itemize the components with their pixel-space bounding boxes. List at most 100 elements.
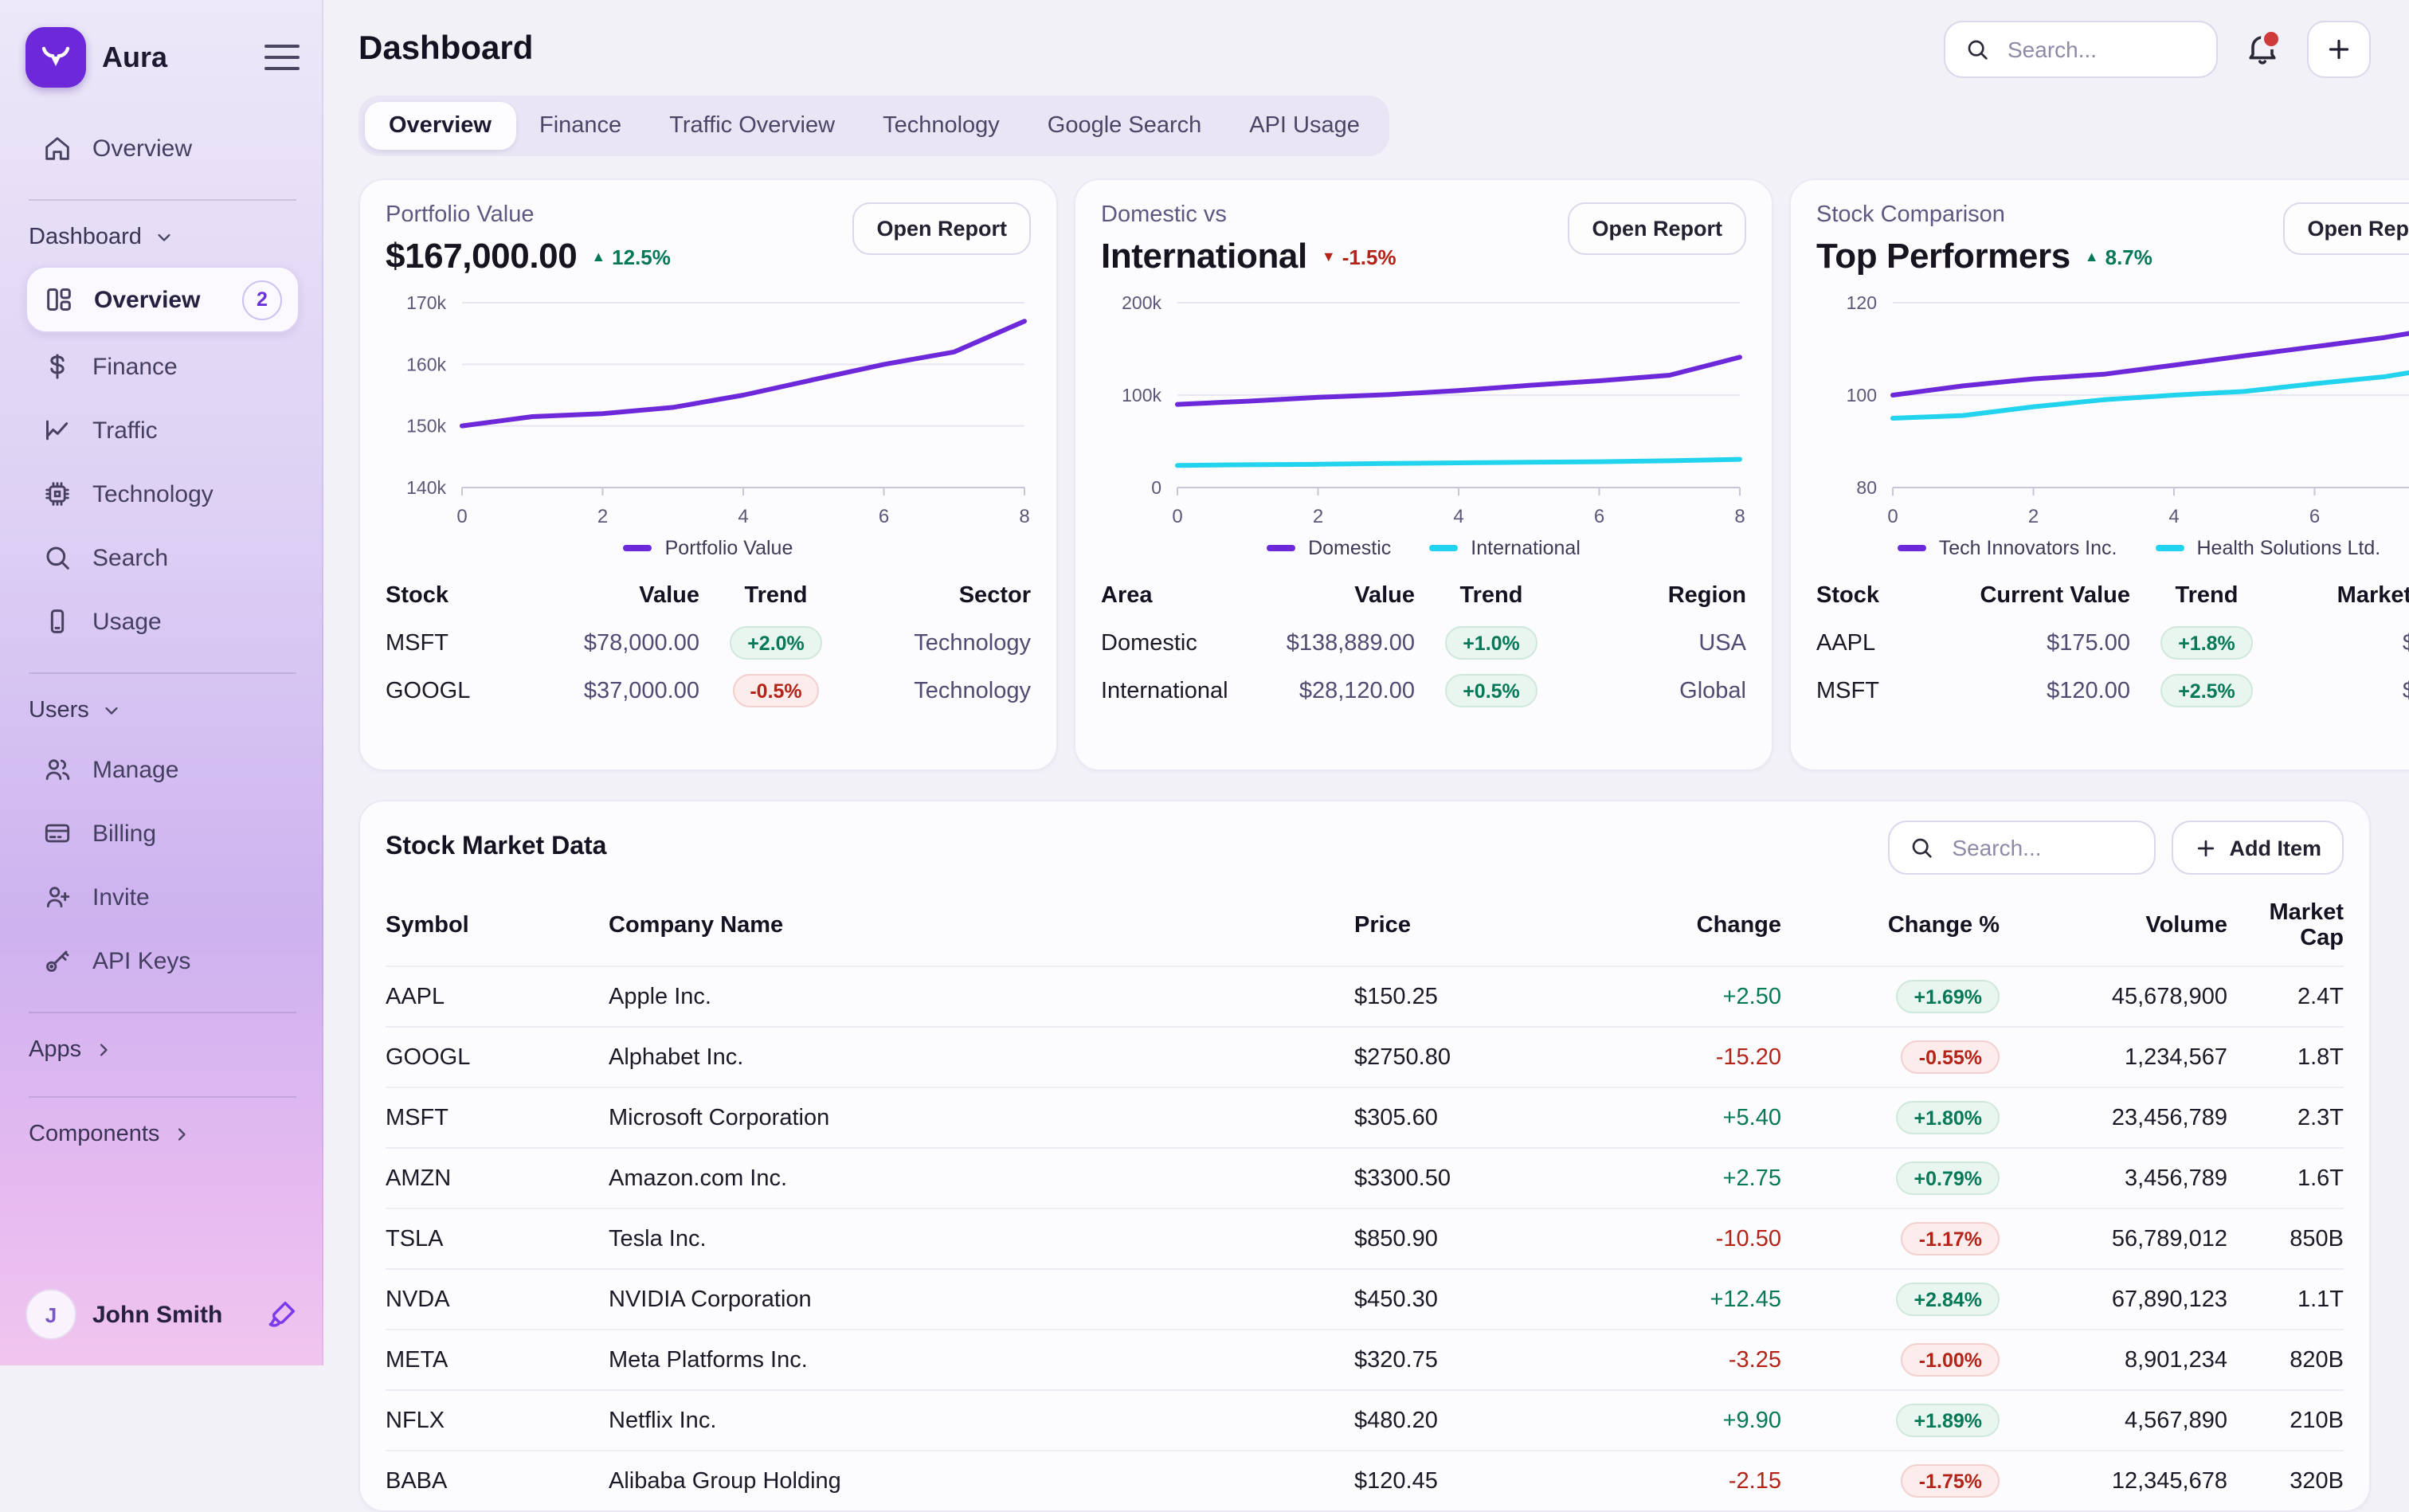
sidebar-item-overview[interactable]: Overview	[25, 118, 300, 178]
cell-change-pct: +0.79%	[1781, 1161, 2000, 1195]
sidebar-item-usage[interactable]: Usage	[25, 591, 300, 652]
change-pct-badge: -1.75%	[1902, 1464, 2000, 1498]
sidebar: Aura Overview Dashboard Overview 2 Finan…	[0, 0, 323, 1365]
sidebar-group-dashboard[interactable]: Dashboard	[25, 221, 300, 263]
table-row: META Meta Platforms Inc. $320.75 -3.25 -…	[386, 1329, 2344, 1389]
svg-text:2: 2	[1313, 506, 1323, 527]
card-title: International	[1101, 236, 1307, 277]
mini-table-header: StockValueTrendSector	[386, 575, 1031, 619]
open-report-button[interactable]: Open Report	[2283, 202, 2409, 255]
cell-company: Alphabet Inc.	[609, 1044, 1354, 1070]
sidebar-header: Aura	[25, 25, 300, 89]
svg-text:170k: 170k	[406, 292, 446, 313]
column-header: Company Name	[609, 913, 1354, 938]
tab-technology[interactable]: Technology	[859, 102, 1024, 150]
trend-badge: +1.0%	[1445, 626, 1537, 660]
cell-volume: 1,234,567	[2000, 1044, 2227, 1070]
legend-swatch	[2156, 546, 2184, 551]
cell-company: Netflix Inc.	[609, 1408, 1354, 1433]
table-row: MSFT $78,000.00 +2.0% Technology	[386, 619, 1031, 667]
cell-change: +9.90	[1593, 1408, 1781, 1433]
legend-swatch	[624, 546, 652, 551]
sidebar-item-technology[interactable]: Technology	[25, 464, 300, 524]
svg-text:100: 100	[1847, 385, 1877, 405]
trend-badge: -0.5%	[732, 674, 819, 707]
svg-text:6: 6	[1594, 506, 1604, 527]
cell-volume: 56,789,012	[2000, 1226, 2227, 1252]
cell-price: $320.75	[1354, 1347, 1593, 1373]
table-row: Domestic $138,889.00 +1.0% USA	[1101, 619, 1746, 667]
table-row: GOOGL Alphabet Inc. $2750.80 -15.20 -0.5…	[386, 1026, 2344, 1087]
search-input[interactable]	[2004, 35, 2197, 64]
sidebar-group-apps[interactable]: Apps	[25, 1034, 300, 1075]
table-row: International $28,120.00 +0.5% Global	[1101, 667, 1746, 715]
table-search-input[interactable]	[1949, 833, 2135, 862]
legend-item: Tech Innovators Inc.	[1898, 537, 2117, 559]
sidebar-item-overview[interactable]: Overview 2	[25, 266, 300, 333]
line-chart: 8010012002468	[1816, 290, 2409, 529]
sidebar-item-traffic[interactable]: Traffic	[25, 400, 300, 460]
hamburger-menu-icon[interactable]	[264, 41, 300, 73]
svg-text:4: 4	[1453, 506, 1463, 527]
divider	[29, 1012, 296, 1013]
cell-symbol: MSFT	[386, 1105, 609, 1130]
mini-table-header: StockCurrent ValueTrendMarket Cap	[1816, 575, 2409, 619]
chart-legend: Tech Innovators Inc. Health Solutions Lt…	[1816, 537, 2409, 559]
cell-market-cap: 850B	[2227, 1226, 2344, 1252]
table-row: NVDA NVIDIA Corporation $450.30 +12.45 +…	[386, 1268, 2344, 1329]
mini-table-header: AreaValueTrendRegion	[1101, 575, 1746, 619]
sidebar-item-api-keys[interactable]: API Keys	[25, 930, 300, 991]
delta-up: ▲8.7%	[2085, 245, 2152, 268]
open-report-button[interactable]: Open Report	[852, 202, 1031, 255]
theme-brush-icon[interactable]	[264, 1297, 300, 1332]
cell-volume: 4,567,890	[2000, 1408, 2227, 1433]
cell-market-cap: 820B	[2227, 1347, 2344, 1373]
grid-icon	[43, 284, 75, 315]
chevron-down-icon	[153, 226, 175, 249]
cell-change: -2.15	[1593, 1468, 1781, 1494]
chevron-right-icon	[170, 1123, 193, 1146]
table-row: GOOGL $37,000.00 -0.5% Technology	[386, 667, 1031, 715]
cell-symbol: META	[386, 1347, 609, 1373]
user-profile[interactable]: J John Smith	[25, 1289, 300, 1340]
tab-finance[interactable]: Finance	[515, 102, 645, 150]
sidebar-item-search[interactable]: Search	[25, 527, 300, 588]
sidebar-item-manage[interactable]: Manage	[25, 739, 300, 800]
tab-google-search[interactable]: Google Search	[1024, 102, 1225, 150]
table-header-row: SymbolCompany NamePriceChangeChange %Vol…	[386, 891, 2344, 966]
sidebar-group-components[interactable]: Components	[25, 1118, 300, 1160]
global-search[interactable]	[1944, 21, 2218, 78]
table-row: AMZN Amazon.com Inc. $3300.50 +2.75 +0.7…	[386, 1147, 2344, 1208]
legend-item: Portfolio Value	[624, 537, 793, 559]
tab-api-usage[interactable]: API Usage	[1225, 102, 1384, 150]
cell-symbol: TSLA	[386, 1226, 609, 1252]
cell-change-pct: -0.55%	[1781, 1040, 2000, 1074]
cell-symbol: GOOGL	[386, 1044, 609, 1070]
sidebar-item-invite[interactable]: Invite	[25, 867, 300, 927]
svg-text:80: 80	[1856, 477, 1877, 498]
open-report-button[interactable]: Open Report	[1568, 202, 1746, 255]
svg-text:6: 6	[879, 506, 889, 527]
tab-traffic-overview[interactable]: Traffic Overview	[645, 102, 859, 150]
add-item-button[interactable]: Add Item	[2172, 821, 2344, 875]
cell-company: Amazon.com Inc.	[609, 1165, 1354, 1191]
table-search[interactable]	[1888, 821, 2156, 875]
sidebar-item-billing[interactable]: Billing	[25, 803, 300, 864]
notification-dot	[2261, 29, 2282, 49]
tab-overview[interactable]: Overview	[365, 102, 515, 150]
tab-bar: OverviewFinanceTraffic OverviewTechnolog…	[358, 96, 1390, 156]
column-header: Price	[1354, 913, 1593, 938]
plus-icon	[2194, 836, 2218, 860]
sidebar-group-users[interactable]: Users	[25, 695, 300, 736]
add-button[interactable]	[2307, 21, 2371, 78]
cell-volume: 12,345,678	[2000, 1468, 2227, 1494]
svg-text:0: 0	[1172, 506, 1182, 527]
cell-change-pct: +2.84%	[1781, 1283, 2000, 1316]
cell-change: -15.20	[1593, 1044, 1781, 1070]
table-title: Stock Market Data	[386, 833, 606, 862]
sidebar-item-finance[interactable]: Finance	[25, 336, 300, 397]
card-title: $167,000.00	[386, 236, 577, 277]
notifications-bell-icon[interactable]	[2243, 30, 2282, 69]
cell-volume: 23,456,789	[2000, 1105, 2227, 1130]
chevron-right-icon	[92, 1039, 115, 1061]
